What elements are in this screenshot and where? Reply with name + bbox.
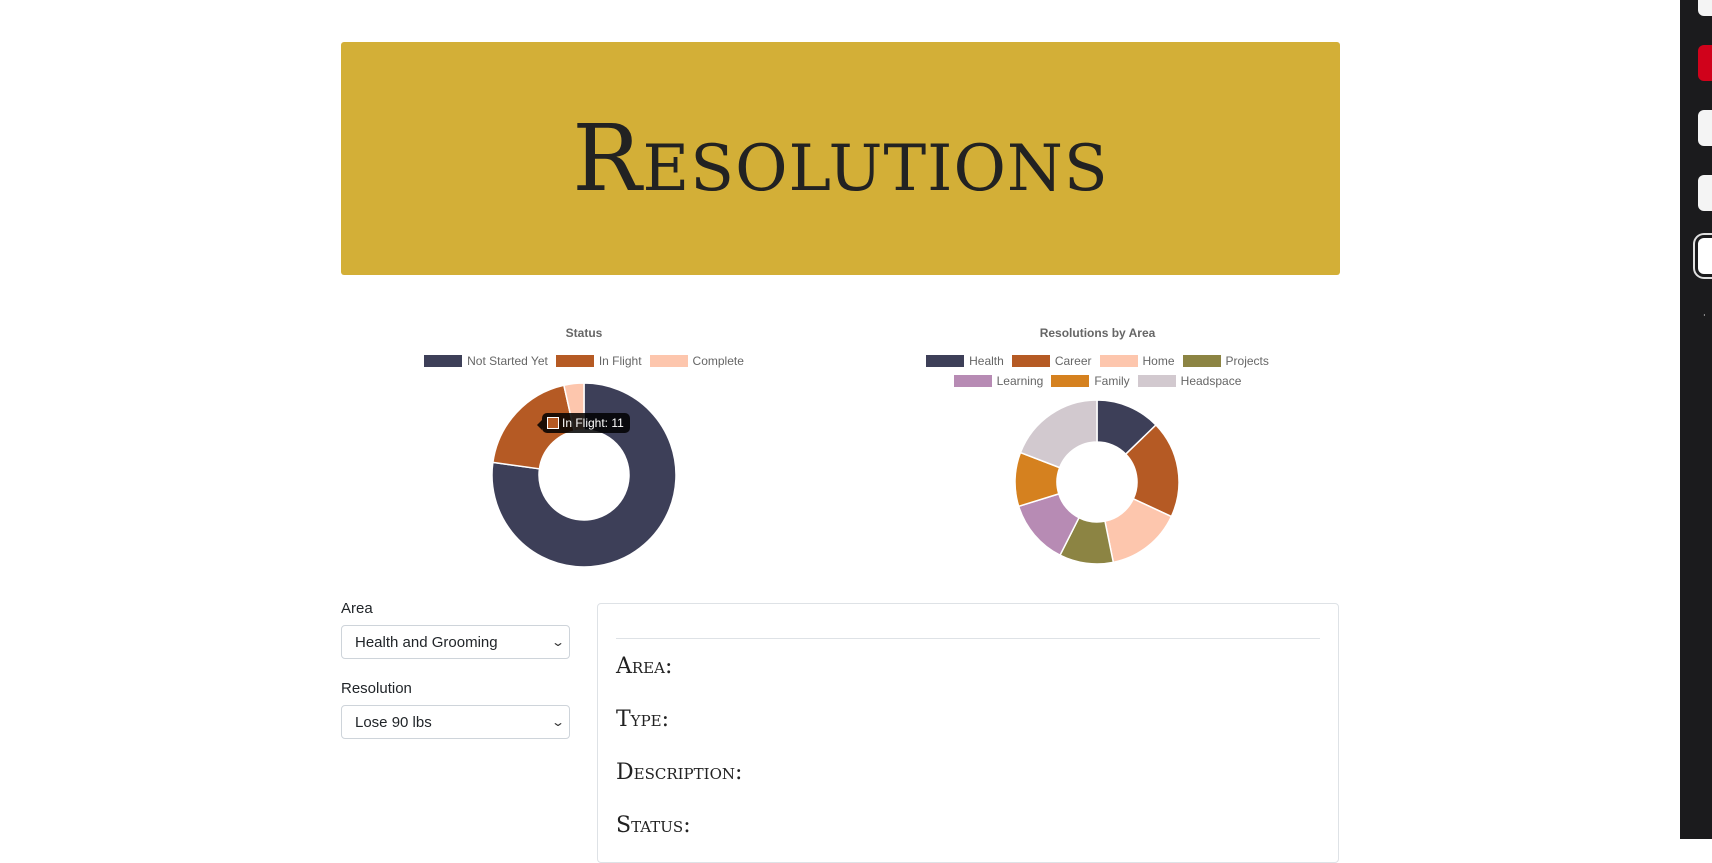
dock-glyph-icon: ˙	[1703, 312, 1707, 326]
page-header: Resolutions	[341, 42, 1340, 275]
area-legend-item[interactable]: Learning	[953, 374, 1044, 388]
area-legend-swatch	[953, 375, 992, 387]
area-legend-item[interactable]: Family	[1051, 374, 1130, 388]
area-legend-swatch	[1099, 355, 1138, 367]
area-legend-swatch	[1182, 355, 1221, 367]
resolution-details-card: Area: Type: Description: Status:	[597, 603, 1339, 863]
tooltip-text: In Flight: 11	[562, 416, 624, 430]
status-legend-swatch	[649, 355, 688, 367]
detail-status-label: Status:	[616, 813, 691, 838]
detail-type-label: Type:	[616, 707, 670, 732]
status-legend-item[interactable]: Complete	[649, 354, 744, 368]
status-chart-title: Status	[565, 326, 603, 340]
status-chart: Status Not Started Yet In Flight Complete …	[404, 318, 764, 578]
area-legend-item[interactable]: Home	[1099, 354, 1175, 368]
area-legend-label: Home	[1142, 354, 1175, 368]
chevron-down-icon: ⌄	[550, 635, 566, 649]
area-select-value: Health and Grooming	[355, 633, 498, 651]
area-chart: Resolutions by Area Health Career Home Proj…	[870, 318, 1325, 578]
area-legend-label: Projects	[1225, 354, 1269, 368]
area-legend-swatch	[926, 355, 965, 367]
area-legend-label: Family	[1094, 374, 1130, 388]
status-legend-swatch	[424, 355, 463, 367]
tooltip-swatch	[547, 417, 559, 429]
dock-item[interactable]	[1698, 0, 1712, 16]
status-legend-label: Not Started Yet	[467, 354, 548, 368]
area-legend-label: Learning	[996, 374, 1044, 388]
status-chart-legend: Not Started Yet In Flight Complete	[404, 354, 764, 368]
area-legend-label: Career	[1054, 354, 1092, 368]
area-legend-item[interactable]: Career	[1011, 354, 1092, 368]
detail-area-label: Area:	[616, 654, 673, 679]
dock-strip: ˙	[1680, 0, 1712, 839]
filter-form: Area Health and Grooming ⌄ Resolution Lo…	[341, 600, 570, 760]
area-legend-item[interactable]: Projects	[1182, 354, 1269, 368]
area-legend-swatch	[1011, 355, 1050, 367]
area-legend-swatch	[1051, 375, 1090, 387]
status-legend-item[interactable]: In Flight	[555, 354, 642, 368]
area-legend-swatch	[1137, 375, 1176, 387]
area-chart-canvas[interactable]	[870, 393, 1325, 573]
status-legend-item[interactable]: Not Started Yet	[424, 354, 548, 368]
dock-item[interactable]	[1698, 45, 1712, 81]
resolution-select[interactable]: Lose 90 lbs ⌄	[341, 705, 570, 739]
area-chart-title: Resolutions by Area	[1039, 326, 1156, 340]
details-divider	[616, 638, 1320, 639]
area-legend-item[interactable]: Headspace	[1137, 374, 1242, 388]
status-legend-label: In Flight	[598, 354, 642, 368]
page: Resolutions Status Not Started Yet In Fli…	[0, 0, 1680, 863]
chevron-down-icon: ⌄	[550, 715, 566, 729]
status-chart-tooltip: In Flight: 11	[537, 413, 630, 433]
area-legend-label: Headspace	[1180, 374, 1242, 388]
dock-item[interactable]	[1698, 238, 1712, 274]
area-legend-label: Health	[969, 354, 1004, 368]
page-title: Resolutions	[572, 105, 1109, 212]
resolution-select-value: Lose 90 lbs	[355, 713, 432, 731]
area-select[interactable]: Health and Grooming ⌄	[341, 625, 570, 659]
resolution-label: Resolution	[341, 680, 412, 697]
area-legend-item[interactable]: Health	[926, 354, 1004, 368]
area-label: Area	[341, 600, 373, 617]
status-legend-swatch	[555, 355, 594, 367]
area-chart-legend: Health Career Home Projects Learning Family He…	[870, 354, 1325, 388]
area-slice[interactable]	[1019, 399, 1098, 469]
dock-item[interactable]	[1698, 175, 1712, 211]
status-legend-label: Complete	[692, 354, 744, 368]
detail-description-label: Description:	[616, 760, 743, 785]
status-chart-canvas[interactable]	[404, 373, 764, 573]
dock-item[interactable]	[1698, 110, 1712, 146]
